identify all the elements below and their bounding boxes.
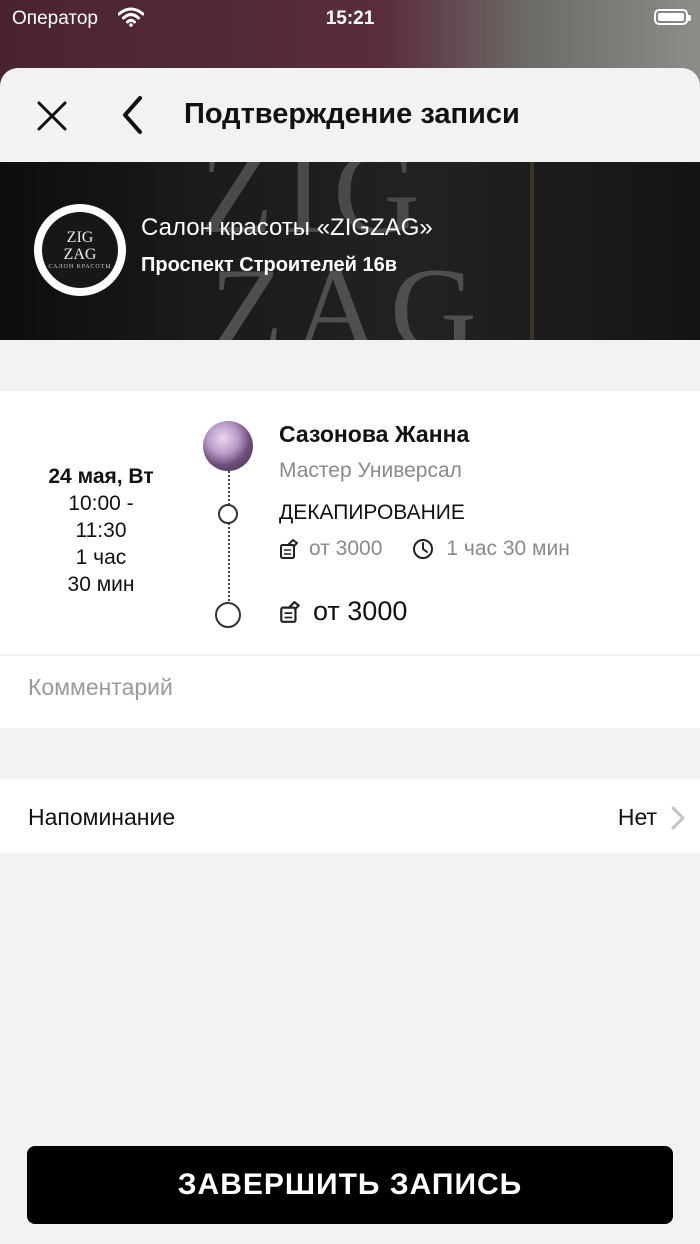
logo-text-zig: ZIG (66, 229, 94, 246)
chevron-left-icon (123, 96, 142, 134)
battery-icon (654, 9, 691, 25)
back-button[interactable] (118, 94, 148, 136)
logo-subtitle: САЛОН КРАСОТЫ (48, 264, 112, 270)
duration-minutes: 30 мин (67, 573, 135, 596)
time-start: 10:00 - (68, 492, 134, 515)
master-role: Мастер Универсал (279, 459, 462, 482)
total-price: от 3000 (313, 596, 408, 626)
clock: 15:21 (325, 8, 375, 29)
appointment-date: 24 мая, Вт (48, 465, 154, 488)
logo-text-zag: ZAG (63, 246, 97, 263)
service-details: от 3000 1 час 30 мин (279, 537, 570, 561)
page-title: Подтверждение записи (184, 98, 520, 130)
timeline-total-dot (215, 602, 241, 628)
appointment-card: 24 мая, Вт 10:00 - 11:30 1 час 30 мин Са… (0, 391, 700, 654)
appointment-datetime: 24 мая, Вт 10:00 - 11:30 1 час 30 мин (20, 463, 182, 598)
salon-name: Салон красоты «ZIGZAG» (141, 214, 433, 241)
service-price: от 3000 (309, 537, 383, 560)
salon-address: Проспект Строителей 16в (141, 254, 398, 276)
master-name: Сазонова Жанна (279, 421, 470, 447)
close-button[interactable] (34, 98, 70, 134)
status-bar: Оператор 15:21 (0, 0, 700, 36)
service-name: ДЕКАПИРОВАНИЕ (279, 501, 465, 524)
timeline-service-dot (218, 504, 238, 524)
reminder-row[interactable]: Напоминание Нет (0, 779, 700, 853)
price-tag-icon (280, 539, 298, 559)
service-duration: 1 час 30 мин (446, 537, 570, 560)
master-avatar (203, 421, 253, 471)
comment-field[interactable]: Комментарий (0, 656, 700, 728)
duration-hours: 1 час (75, 546, 127, 569)
clock-icon (413, 539, 434, 559)
close-icon (37, 101, 67, 131)
banner-frame-decor (530, 162, 534, 340)
chevron-right-icon (671, 806, 685, 830)
nav-bar: Подтверждение записи (0, 68, 700, 162)
salon-logo: ZIG ZAG САЛОН КРАСОТЫ (34, 204, 126, 296)
comment-placeholder: Комментарий (28, 674, 173, 700)
salon-banner: ZIG ZAG ZIG ZAG САЛОН КРАСОТЫ Салон крас… (0, 162, 700, 340)
booking-confirmation-sheet: Подтверждение записи ZIG ZAG ZIG ZAG САЛ… (0, 68, 700, 1244)
reminder-value: Нет (617, 804, 657, 830)
timeline-line (228, 471, 230, 601)
complete-booking-button[interactable]: ЗАВЕРШИТЬ ЗАПИСЬ (27, 1146, 673, 1224)
total-price-row: от 3000 (279, 596, 407, 627)
time-end: 11:30 (75, 519, 127, 542)
reminder-label: Напоминание (28, 804, 176, 830)
price-tag-icon (280, 600, 300, 623)
